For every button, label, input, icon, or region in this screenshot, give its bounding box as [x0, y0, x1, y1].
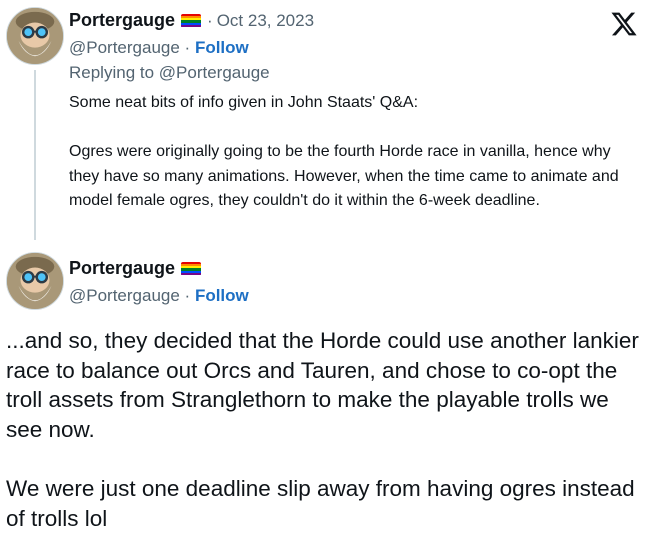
- tweet-paragraph: ...and so, they decided that the Horde c…: [6, 328, 639, 442]
- date-separator: ·: [207, 10, 213, 30]
- follow-button[interactable]: Follow: [195, 38, 249, 57]
- tweet-paragraph: We were just one deadline slip away from…: [6, 475, 635, 531]
- handle-row: @Portergauge · Follow: [69, 38, 249, 58]
- handle-row: @Portergauge · Follow: [69, 286, 249, 306]
- x-logo-icon[interactable]: [610, 10, 638, 38]
- tweet-date[interactable]: Oct 23, 2023: [217, 11, 314, 31]
- display-name[interactable]: Portergauge: [69, 10, 175, 31]
- thread-line: [34, 70, 36, 240]
- handle-separator: ·: [179, 38, 195, 57]
- replying-to[interactable]: Replying to @Portergauge: [69, 63, 270, 83]
- display-name[interactable]: Portergauge: [69, 258, 175, 279]
- avatar[interactable]: [6, 252, 64, 310]
- tweet-text: ...and so, they decided that the Horde c…: [6, 326, 651, 533]
- handle[interactable]: @Portergauge: [69, 286, 180, 305]
- avatar[interactable]: [6, 7, 64, 65]
- author-row: Portergauge · Oct 23, 2023: [69, 10, 314, 31]
- tweet-paragraph: Some neat bits of info given in John Sta…: [69, 94, 419, 111]
- rainbow-flag-icon: [181, 261, 202, 276]
- rainbow-flag-icon: [181, 13, 202, 28]
- handle[interactable]: @Portergauge: [69, 38, 180, 57]
- follow-button[interactable]: Follow: [195, 286, 249, 305]
- tweet-text: Some neat bits of info given in John Sta…: [69, 91, 639, 214]
- tweet-paragraph: Ogres were originally going to be the fo…: [69, 143, 619, 209]
- author-row: Portergauge: [69, 258, 202, 279]
- handle-separator: ·: [179, 286, 195, 305]
